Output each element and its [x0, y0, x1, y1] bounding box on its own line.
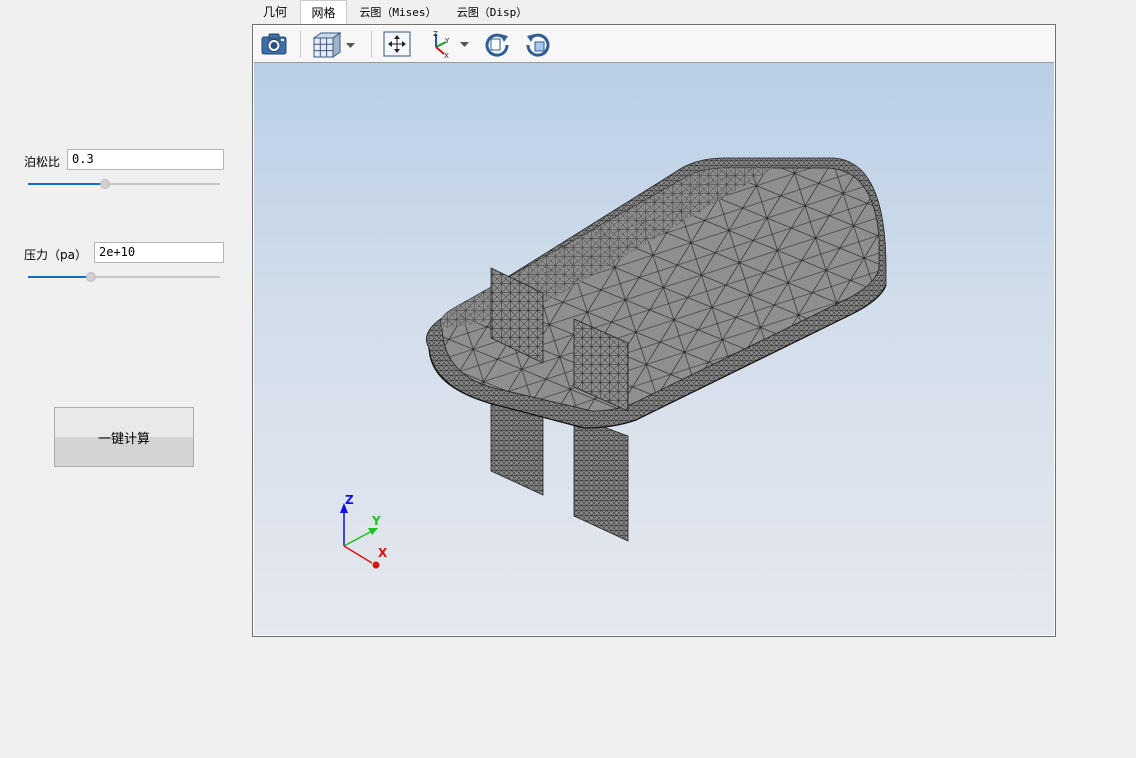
x-axis-line — [343, 545, 373, 564]
axes-icon[interactable]: Z Y X — [426, 29, 472, 59]
pressure-slider-handle[interactable] — [86, 272, 97, 282]
viewer-panel: Z Y X Z Y X — [252, 24, 1056, 637]
rotate-cw-icon[interactable] — [482, 29, 514, 59]
poisson-slider[interactable] — [28, 178, 220, 190]
svg-text:Z: Z — [433, 30, 438, 38]
svg-text:Y: Y — [444, 37, 450, 45]
rotate-ccw-icon[interactable] — [523, 29, 555, 59]
viewer-toolbar: Z Y X — [254, 26, 1054, 63]
pressure-input[interactable]: 2e+10 — [94, 242, 224, 263]
poisson-input[interactable]: 0.3 — [67, 149, 224, 170]
tab-geometry[interactable]: 几何 — [252, 0, 298, 25]
y-axis-line — [343, 530, 373, 547]
view-cube-icon[interactable] — [310, 29, 358, 59]
x-axis-label: X — [378, 546, 388, 560]
tab-contour-disp[interactable]: 云图（Disp） — [448, 0, 536, 25]
tab-mesh[interactable]: 网格 — [300, 0, 347, 25]
mesh-model[interactable]: Z Y X — [254, 63, 1054, 635]
mesh-viewport[interactable]: Z Y X — [254, 63, 1054, 635]
axis-triad: Z Y X — [340, 493, 388, 569]
poisson-label: 泊松比 — [24, 155, 61, 169]
svg-text:X: X — [444, 52, 449, 59]
calculate-button[interactable]: 一键计算 — [54, 407, 194, 467]
fit-view-icon[interactable] — [382, 29, 414, 59]
poisson-slider-handle[interactable] — [99, 179, 110, 189]
z-axis-label: Z — [345, 493, 354, 507]
y-axis-label: Y — [371, 514, 381, 528]
camera-icon[interactable] — [259, 29, 291, 59]
tab-contour-mises[interactable]: 云图（Mises） — [352, 0, 444, 25]
pressure-label: 压力（pa） — [24, 248, 87, 262]
pressure-slider[interactable] — [28, 271, 220, 283]
